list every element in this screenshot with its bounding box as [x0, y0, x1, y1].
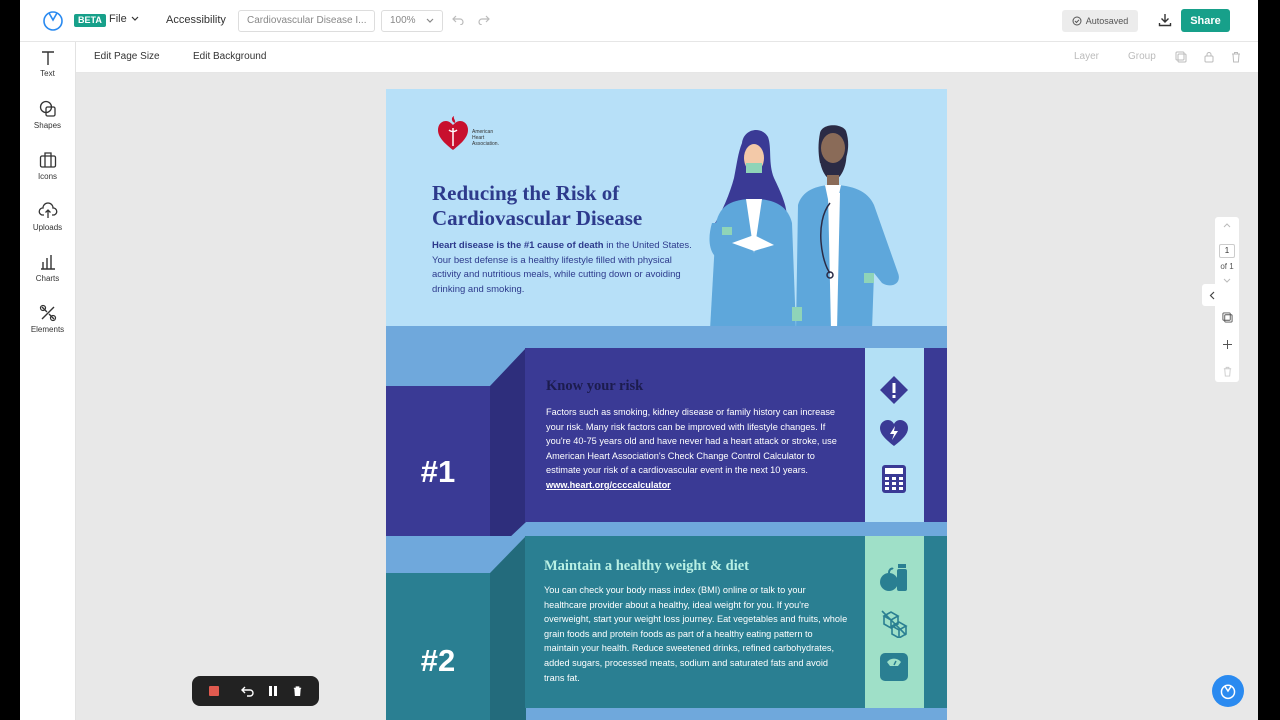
add-page-button[interactable] [1215, 339, 1239, 352]
food-jar-icon [880, 564, 907, 591]
chevron-down-icon [131, 16, 139, 21]
section-1-body[interactable]: Factors such as smoking, kidney disease … [546, 405, 851, 493]
sugar-cubes-icon [881, 610, 908, 638]
zoom-select[interactable]: 100% [381, 10, 443, 32]
sidebar-item-elements[interactable]: Elements [20, 304, 75, 334]
delete-page-button[interactable] [1215, 366, 1239, 379]
editor-app: BETA File Accessibility Cardiovascular D… [20, 0, 1258, 720]
chevron-down-icon [426, 18, 434, 23]
intro-bold: Heart disease is the #1 cause of death [432, 240, 604, 251]
infographic-headline[interactable]: Reducing the Risk of Cardiovascular Dise… [432, 181, 712, 231]
page-count: of 1 [1220, 262, 1234, 271]
check-circle-icon [1072, 16, 1082, 26]
zoom-value: 100% [390, 15, 416, 26]
redo-icon[interactable] [478, 13, 490, 25]
group-button[interactable]: Group [1128, 51, 1156, 62]
calculator-icon [882, 465, 906, 493]
stop-recording-button[interactable] [209, 686, 219, 696]
autosave-status: Autosaved [1062, 10, 1138, 32]
trash-icon [1223, 366, 1231, 377]
edit-page-size-button[interactable]: Edit Page Size [94, 51, 160, 62]
accessibility-menu[interactable]: Accessibility [166, 14, 226, 26]
app-logo-icon[interactable] [42, 9, 64, 31]
sidebar-item-shapes[interactable]: Shapes [20, 100, 75, 130]
upload-icon [38, 202, 57, 218]
chevron-up-icon [1223, 223, 1231, 228]
sidebar-item-label: Uploads [32, 223, 63, 232]
text-icon [41, 51, 54, 65]
collapse-panel-button[interactable] [1202, 284, 1222, 306]
chart-icon [40, 255, 55, 270]
duplicate-icon[interactable] [1175, 51, 1187, 63]
restart-icon[interactable] [241, 685, 254, 697]
recording-controls [192, 676, 319, 706]
doctors-illustration[interactable] [702, 123, 927, 330]
context-toolbar: Edit Page Size Edit Background Layer Gro… [76, 42, 1258, 73]
help-button[interactable] [1212, 675, 1244, 707]
help-logo-icon [1220, 684, 1236, 700]
lock-icon[interactable] [1203, 51, 1215, 63]
plus-icon [1222, 340, 1232, 349]
sidebar-item-label: Shapes [33, 121, 62, 130]
layer-button[interactable]: Layer [1074, 51, 1099, 62]
sidebar-item-charts[interactable]: Charts [20, 253, 75, 283]
section-2-number[interactable]: #2 [386, 643, 490, 679]
calculator-link[interactable]: www.heart.org/ccccalculator [546, 480, 671, 490]
file-menu[interactable]: File [109, 13, 139, 25]
canvas-page[interactable]: American Heart Association. Reducing the… [386, 89, 947, 720]
undo-icon[interactable] [452, 13, 464, 25]
top-toolbar: BETA File Accessibility Cardiovascular D… [20, 0, 1258, 42]
elements-icon [39, 304, 56, 322]
section-2-edge [924, 536, 947, 708]
section-1-edge [924, 348, 947, 522]
infographic-intro[interactable]: Heart disease is the #1 cause of death i… [432, 239, 692, 297]
scale-icon [880, 653, 908, 681]
shapes-icon [39, 100, 56, 117]
section-1: #1 Know your risk Factors such as smokin… [386, 348, 947, 562]
sidebar-item-icons[interactable]: Icons [20, 151, 75, 181]
sidebar-item-label: Text [40, 69, 55, 78]
sidebar-item-label: Elements [30, 325, 65, 334]
section-2-body[interactable]: You can check your body mass index (BMI)… [544, 583, 849, 685]
section-1-title[interactable]: Know your risk [546, 378, 643, 395]
chevron-left-icon [1209, 291, 1215, 299]
sidebar-item-label: Icons [37, 172, 58, 181]
aha-wordmark: American Heart Association. [472, 129, 499, 147]
download-icon[interactable] [1157, 12, 1173, 28]
edit-background-button[interactable]: Edit Background [193, 51, 266, 62]
document-title-input[interactable]: Cardiovascular Disease I... [238, 10, 375, 32]
share-button[interactable]: Share [1181, 9, 1230, 32]
sidebar-item-uploads[interactable]: Uploads [20, 202, 75, 232]
section-2-title[interactable]: Maintain a healthy weight & diet [544, 558, 749, 575]
duplicate-page-button[interactable] [1215, 312, 1239, 325]
page-number-input[interactable]: 1 [1219, 244, 1235, 258]
section-1-number[interactable]: #1 [386, 454, 490, 490]
section-2: #2 Maintain a healthy weight & diet You … [386, 536, 947, 720]
pause-icon[interactable] [268, 685, 278, 697]
trash-icon[interactable] [1230, 51, 1242, 63]
duplicate-icon [1221, 312, 1233, 323]
section-1-text: Factors such as smoking, kidney disease … [546, 407, 837, 476]
file-menu-label: File [109, 13, 127, 25]
sidebar-item-label: Charts [35, 274, 60, 283]
aha-logo-icon [438, 116, 468, 150]
trash-icon[interactable] [292, 685, 303, 697]
sidebar-item-text[interactable]: Text [20, 50, 75, 78]
left-sidebar: Text Shapes Icons Uploads Charts Element… [20, 42, 76, 720]
page-up-button[interactable] [1215, 221, 1239, 230]
warning-diamond-icon [880, 376, 908, 404]
section-divider-top [386, 326, 947, 350]
autosave-label: Autosaved [1085, 16, 1129, 26]
beta-badge: BETA [74, 14, 106, 27]
heart-lightning-icon [880, 420, 908, 446]
icons-icon [39, 152, 56, 168]
chevron-down-icon [1223, 278, 1231, 283]
